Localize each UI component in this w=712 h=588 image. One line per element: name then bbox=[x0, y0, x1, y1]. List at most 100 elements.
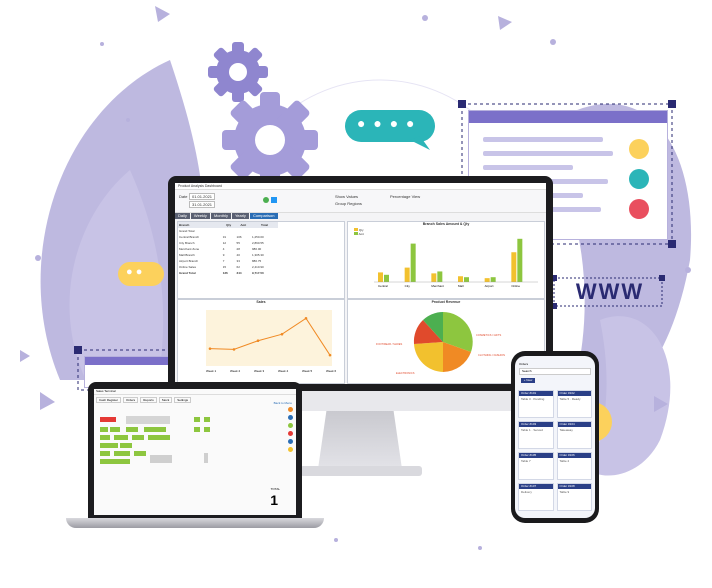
bar-category-label: City bbox=[405, 284, 411, 288]
green-button[interactable] bbox=[100, 443, 118, 448]
export-icon[interactable] bbox=[271, 197, 277, 203]
green-button[interactable] bbox=[100, 459, 130, 464]
green-button[interactable] bbox=[114, 435, 128, 440]
red-button[interactable] bbox=[100, 417, 116, 422]
bar-amt bbox=[437, 271, 443, 282]
order-card-body: Takeaway bbox=[559, 428, 573, 432]
triangle-deco bbox=[40, 392, 55, 410]
green-button[interactable] bbox=[194, 427, 200, 432]
laptop-tab[interactable]: Settings bbox=[174, 397, 192, 403]
tab-daily[interactable]: Daily bbox=[175, 213, 190, 219]
bar-qty bbox=[484, 278, 490, 282]
green-button[interactable] bbox=[100, 435, 110, 440]
www-label: WWW bbox=[575, 279, 645, 304]
bar-qty bbox=[511, 252, 517, 282]
pie-label: COSMETICS / GIFTS bbox=[476, 334, 502, 337]
laptop-tab[interactable]: Stock bbox=[158, 397, 173, 403]
side-icon[interactable] bbox=[288, 415, 293, 420]
order-card[interactable]: Order #106 Table 2 bbox=[556, 452, 592, 480]
side-icon[interactable] bbox=[288, 439, 293, 444]
back-link[interactable]: Back to Menu bbox=[274, 401, 292, 405]
bar-amt bbox=[490, 277, 496, 282]
gear-icon-small bbox=[208, 42, 268, 102]
yellow-dot-icon bbox=[629, 139, 649, 159]
gray-panel bbox=[150, 455, 172, 463]
line-point bbox=[232, 348, 236, 351]
phone-add-button[interactable]: + New bbox=[521, 378, 535, 383]
line-category-label: Week 1 bbox=[206, 369, 216, 373]
monitor-screen: Product Analysis Dashboard Date 01.01.20… bbox=[175, 183, 546, 384]
green-button[interactable] bbox=[132, 435, 144, 440]
order-card-body: Table 9 bbox=[559, 490, 570, 494]
order-card[interactable]: Order #104 Takeaway bbox=[556, 421, 592, 449]
tab-comparison[interactable]: Comparison bbox=[249, 213, 278, 219]
line-category-label: Week 3 bbox=[254, 369, 264, 373]
option-percentage[interactable]: Percentage View bbox=[390, 194, 420, 199]
date-to-field[interactable]: 31.01.2021 bbox=[189, 201, 216, 208]
laptop-tab[interactable]: Cash Register bbox=[96, 397, 122, 403]
green-button[interactable] bbox=[134, 451, 146, 456]
green-button[interactable] bbox=[126, 427, 138, 432]
monitor-base bbox=[300, 466, 422, 476]
total-label: TOTAL bbox=[270, 487, 280, 491]
laptop-tab[interactable]: Orders bbox=[123, 397, 139, 403]
bar-category-label: Merchant bbox=[431, 284, 444, 288]
order-card-body: Table 5 · Ready bbox=[559, 397, 581, 401]
tab-monthly[interactable]: Monthly bbox=[210, 213, 231, 219]
green-button[interactable] bbox=[144, 427, 166, 432]
bar-amt bbox=[464, 277, 469, 282]
green-button[interactable] bbox=[120, 443, 132, 448]
tab-bar: Daily Weekly Monthly Yearly Comparison bbox=[175, 213, 278, 219]
side-icon[interactable] bbox=[288, 423, 293, 428]
side-icon[interactable] bbox=[288, 407, 293, 412]
green-button[interactable] bbox=[204, 427, 210, 432]
side-icon[interactable] bbox=[288, 447, 293, 452]
tab-yearly[interactable]: Yearly bbox=[231, 213, 249, 219]
date-from-field[interactable]: 01.01.2021 bbox=[189, 193, 216, 200]
option-group-regions[interactable]: Group Regions bbox=[335, 201, 362, 206]
line-category-label: Week 6 bbox=[326, 369, 336, 373]
summary-table: Branch Qty Amt Total Grand Total Central… bbox=[178, 222, 278, 276]
order-card[interactable]: Order #108 Table 9 bbox=[556, 483, 592, 511]
order-card[interactable]: Order #101 Table 3 · Pending bbox=[518, 390, 554, 418]
triangle-deco bbox=[20, 350, 30, 362]
line-point bbox=[304, 317, 308, 320]
app-title-bar: Product Analysis Dashboard bbox=[175, 183, 546, 190]
order-card[interactable]: Order #107 Delivery bbox=[518, 483, 554, 511]
order-card[interactable]: Order #103 Table 1 · Served bbox=[518, 421, 554, 449]
line-point bbox=[256, 339, 260, 343]
laptop-tab[interactable]: Reports bbox=[140, 397, 157, 403]
bar-chart: Central City Merchant Mall Airport Online bbox=[374, 238, 538, 288]
green-button[interactable] bbox=[148, 435, 170, 440]
green-button[interactable] bbox=[204, 417, 210, 422]
line-category-label: Week 2 bbox=[230, 369, 240, 373]
summary-table-panel: Branch Qty Amt Total Grand Total Central… bbox=[177, 221, 345, 299]
green-button[interactable] bbox=[100, 427, 108, 432]
green-button[interactable] bbox=[114, 451, 130, 456]
order-card[interactable]: Order #105 Table 7 bbox=[518, 452, 554, 480]
tab-weekly[interactable]: Weekly bbox=[190, 213, 210, 219]
line-category-label: Week 4 bbox=[278, 369, 288, 373]
pie-slice-yellow bbox=[414, 342, 443, 372]
phone-search-field[interactable]: Search bbox=[519, 368, 591, 375]
laptop-tab-bar: Cash Register Orders Reports Stock Setti… bbox=[94, 395, 296, 405]
green-button[interactable] bbox=[100, 451, 110, 456]
order-card[interactable]: Order #102 Table 5 · Ready bbox=[556, 390, 592, 418]
pie-label: FOOTWEAR / SHOES bbox=[376, 343, 403, 346]
refresh-icon[interactable] bbox=[263, 197, 269, 203]
bar-qty bbox=[458, 276, 463, 282]
gray-panel bbox=[204, 453, 208, 463]
triangle-deco bbox=[155, 6, 170, 22]
order-card-body: Table 3 · Pending bbox=[521, 397, 545, 401]
gray-panel bbox=[126, 416, 170, 424]
laptop-screen: Sales Terminal Cash Register Orders Repo… bbox=[94, 389, 296, 515]
green-button[interactable] bbox=[194, 417, 200, 422]
bar-amt bbox=[517, 238, 523, 282]
option-show-values[interactable]: Show Values bbox=[335, 194, 358, 199]
bubble-dots: ● ● bbox=[126, 266, 143, 278]
green-button[interactable] bbox=[110, 427, 120, 432]
bar-category-label: Airport bbox=[485, 284, 494, 288]
line-point bbox=[328, 353, 332, 357]
table-row[interactable]: Grand Total 136 344 9,717.50 bbox=[178, 270, 278, 276]
side-icon[interactable] bbox=[288, 431, 293, 436]
